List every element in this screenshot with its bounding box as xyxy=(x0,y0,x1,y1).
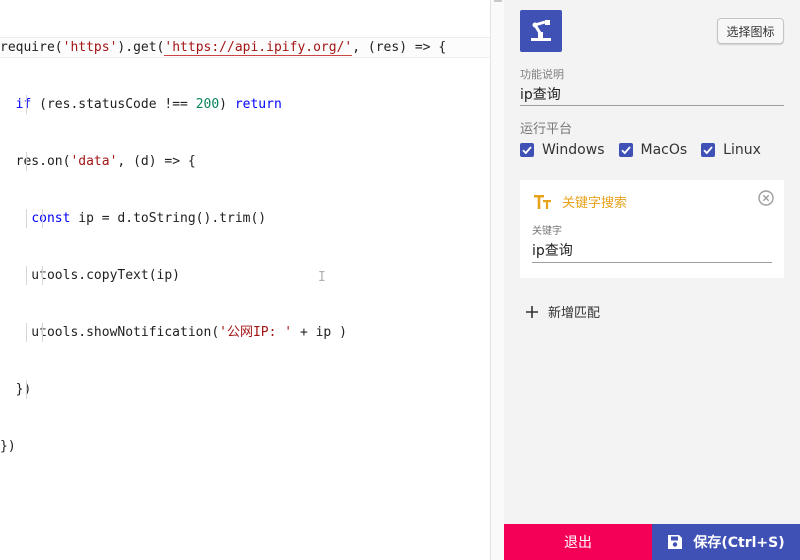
keyword-label: 关键字 xyxy=(532,226,562,237)
indent-guide xyxy=(42,323,43,342)
text-cursor-icon: I xyxy=(318,270,326,285)
platform-windows[interactable]: Windows xyxy=(520,142,605,158)
close-circle-icon[interactable] xyxy=(758,190,774,210)
checkbox-checked-icon[interactable] xyxy=(618,143,633,157)
platform-label: Windows xyxy=(542,142,605,158)
plus-icon xyxy=(526,305,538,318)
pane-splitter[interactable] xyxy=(490,0,505,560)
code-editor[interactable]: require('https').get('https://api.ipify.… xyxy=(0,0,491,560)
indent-guide xyxy=(26,323,27,342)
indent-guide xyxy=(26,380,27,399)
add-match-label: 新增匹配 xyxy=(548,306,601,321)
keyword-card-header: 关键字搜索 xyxy=(534,192,627,211)
exit-label: 退出 xyxy=(564,535,592,551)
indent-guide xyxy=(26,152,27,171)
description-input[interactable]: ip查询 xyxy=(520,84,561,104)
indent-guide xyxy=(26,266,27,285)
feature-settings-panel: 选择图标 功能说明 ip查询 运行平台 Windows MacOs Linux … xyxy=(504,0,800,560)
code-content[interactable]: require('https').get('https://api.ipify.… xyxy=(0,0,491,494)
code-line-4[interactable]: const ip = d.toString().trim() xyxy=(0,209,490,228)
indent-guide xyxy=(26,209,27,228)
indent-guide xyxy=(26,95,27,114)
indent-guide xyxy=(42,209,43,228)
platform-checkboxes: Windows MacOs Linux xyxy=(520,142,761,158)
platform-label: MacOs xyxy=(640,142,688,158)
code-line-2[interactable]: if (res.statusCode !== 200) return xyxy=(0,95,490,114)
description-underline xyxy=(520,105,784,106)
add-match-button[interactable]: 新增匹配 xyxy=(526,302,600,321)
save-label: 保存(Ctrl+S) xyxy=(693,535,785,551)
code-line-5[interactable]: utools.copyText(ip) xyxy=(0,266,490,285)
code-line-8[interactable]: }) xyxy=(0,437,490,456)
code-line-6[interactable]: utools.showNotification('公网IP: ' + ip ) xyxy=(0,323,490,342)
platform-label: Linux xyxy=(723,142,761,158)
text-size-icon xyxy=(534,194,551,209)
keyword-match-card: 关键字搜索 关键字 ip查询 xyxy=(520,180,784,278)
platform-linux[interactable]: Linux xyxy=(701,142,761,158)
robot-arm-icon[interactable] xyxy=(520,10,562,52)
platform-title: 运行平台 xyxy=(520,122,573,137)
scrollbar-thumb[interactable] xyxy=(494,0,502,2)
code-line-3[interactable]: res.on('data', (d) => { xyxy=(0,152,490,171)
code-line-1[interactable]: require('https').get('https://api.ipify.… xyxy=(0,37,491,58)
save-button[interactable]: 保存(Ctrl+S) xyxy=(652,524,800,560)
keyword-card-title: 关键字搜索 xyxy=(562,196,628,211)
description-label: 功能说明 xyxy=(520,68,564,81)
checkbox-checked-icon[interactable] xyxy=(520,143,534,157)
keyword-input[interactable]: ip查询 xyxy=(532,240,573,260)
code-line-7[interactable]: }) xyxy=(0,380,490,399)
exit-button[interactable]: 退出 xyxy=(504,524,652,560)
keyword-underline xyxy=(532,262,772,263)
save-icon xyxy=(668,535,683,549)
choose-icon-button[interactable]: 选择图标 xyxy=(717,18,784,44)
indent-guide xyxy=(42,266,43,285)
platform-macos[interactable]: MacOs xyxy=(618,142,688,158)
checkbox-checked-icon[interactable] xyxy=(701,143,716,157)
